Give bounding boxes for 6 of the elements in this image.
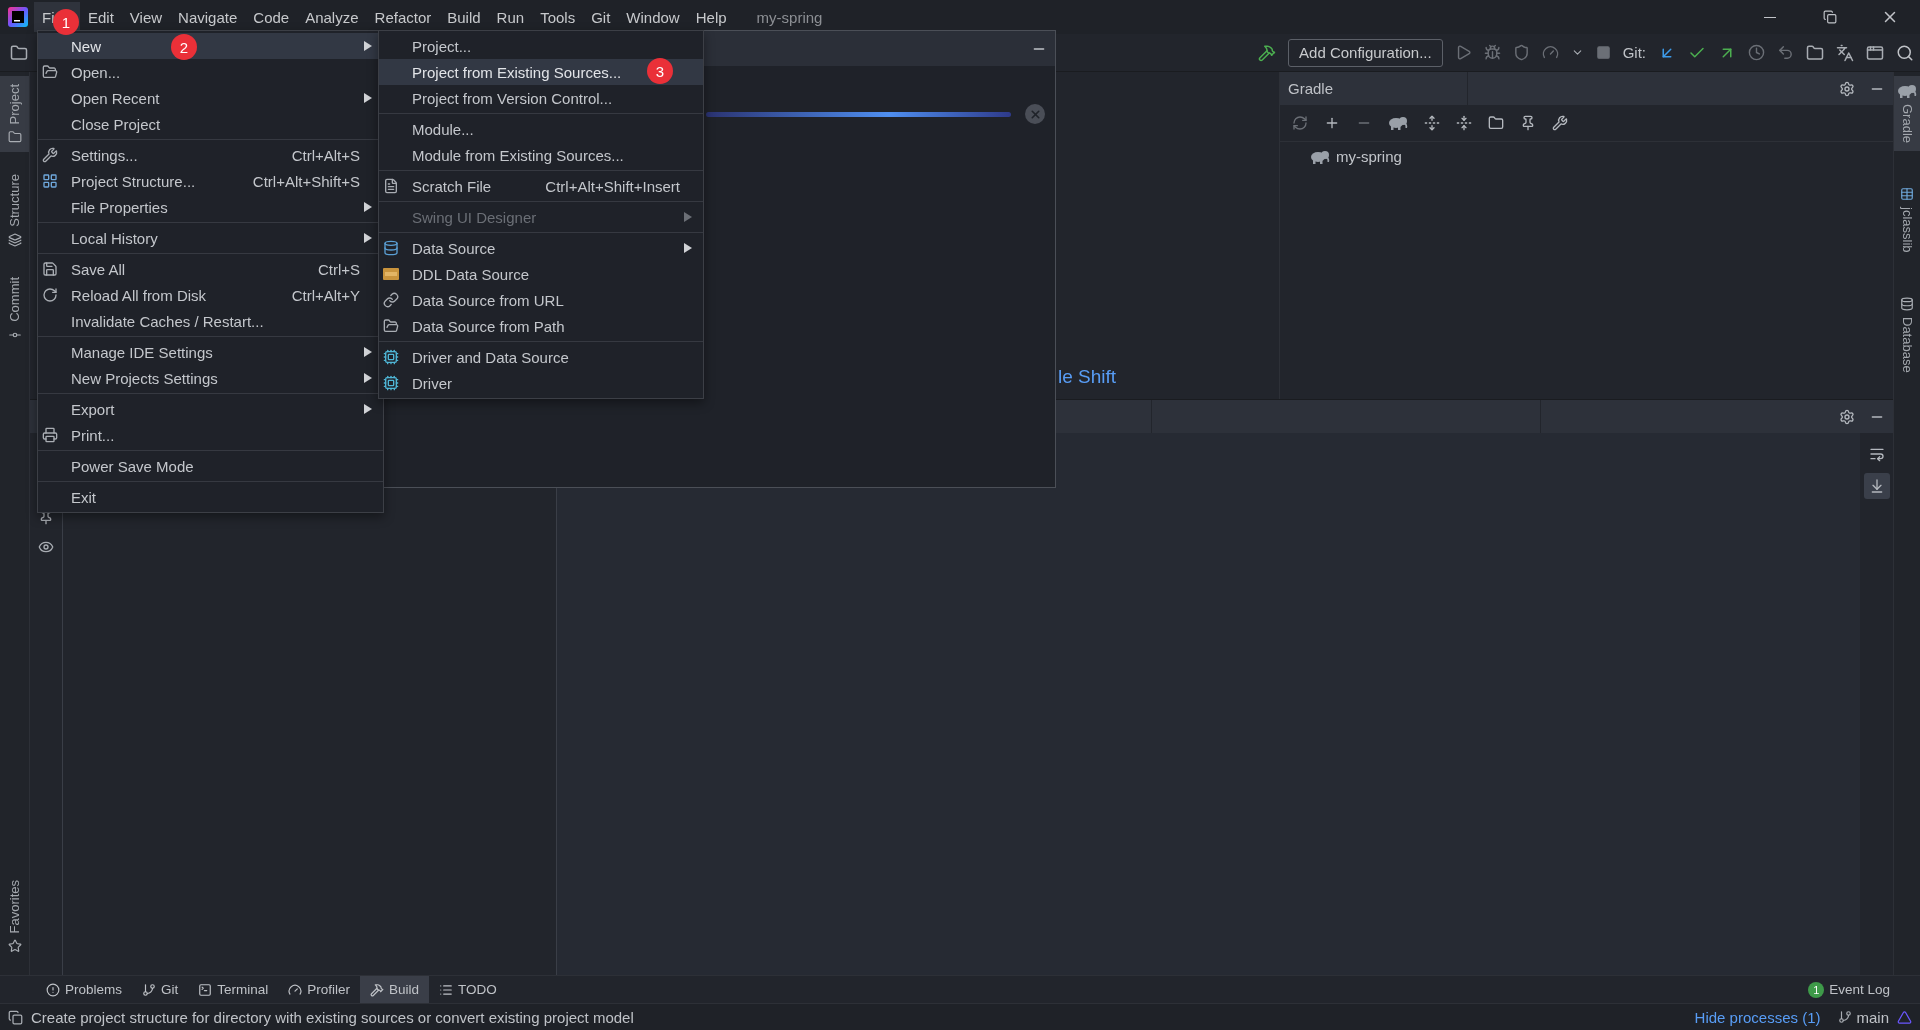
window-title: my-spring [756, 8, 823, 26]
count-badge: 1 [1808, 981, 1825, 998]
panel-title: Gradle [1288, 80, 1334, 97]
status-message: Create project structure for directory with existing sources or convert existing project model [31, 1008, 634, 1026]
editor-hint: le Shift [1058, 366, 1117, 387]
git-label: Git: [1622, 44, 1646, 61]
